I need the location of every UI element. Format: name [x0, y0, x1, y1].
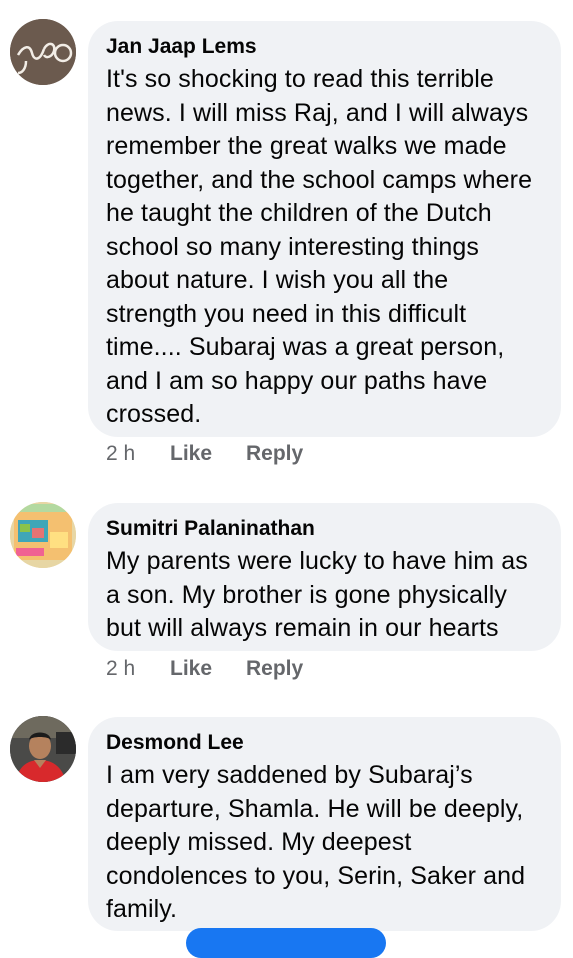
comment-time[interactable]: 2 h: [106, 441, 170, 467]
like-button[interactable]: Like: [170, 441, 246, 467]
avatar[interactable]: [10, 19, 76, 85]
new-comments-button[interactable]: [186, 928, 386, 958]
comment-text: I am very saddened by Subaraj’s departur…: [106, 761, 526, 923]
person-avatar-icon: [10, 716, 76, 782]
comment-bubble: Jan Jaap Lems It's so shocking to read t…: [88, 21, 561, 437]
comment-bubble: Desmond Lee I am very saddened by Subara…: [88, 717, 561, 931]
comment-text: It's so shocking to read this terrible n…: [106, 65, 533, 428]
reply-button[interactable]: Reply: [246, 656, 303, 682]
comment-actions: 2 h Like Reply: [106, 656, 303, 682]
like-button[interactable]: Like: [170, 656, 246, 682]
photo-avatar-icon: [10, 502, 76, 568]
yeo-logo-icon: [10, 19, 76, 85]
comment-author[interactable]: Sumitri Palaninathan: [106, 515, 541, 543]
comment-bubble: Sumitri Palaninathan My parents were luc…: [88, 503, 561, 651]
comment-text: My parents were lucky to have him as a s…: [106, 547, 528, 642]
avatar[interactable]: [10, 502, 76, 568]
avatar[interactable]: [10, 716, 76, 782]
comment-author[interactable]: Jan Jaap Lems: [106, 33, 541, 61]
reply-button[interactable]: Reply: [246, 441, 303, 467]
comment-time[interactable]: 2 h: [106, 656, 170, 682]
comment-actions: 2 h Like Reply: [106, 441, 303, 467]
comment-author[interactable]: Desmond Lee: [106, 729, 541, 757]
